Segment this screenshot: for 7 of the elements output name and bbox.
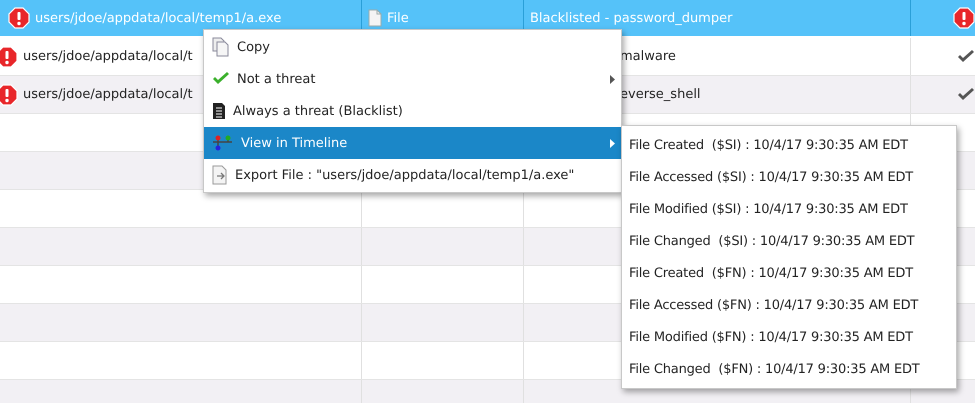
detection-reason: Blacklisted - password_dumper: [530, 10, 732, 26]
detection-reason: malware: [620, 49, 676, 64]
detection-reason: everse_shell: [620, 87, 701, 102]
file-type: File: [387, 10, 409, 26]
file-path: users/jdoe/appdata/local/temp1/a.exe: [35, 10, 282, 26]
file-path: users/jdoe/appdata/local/t: [23, 49, 193, 64]
file-path: users/jdoe/appdata/local/t: [23, 87, 193, 102]
